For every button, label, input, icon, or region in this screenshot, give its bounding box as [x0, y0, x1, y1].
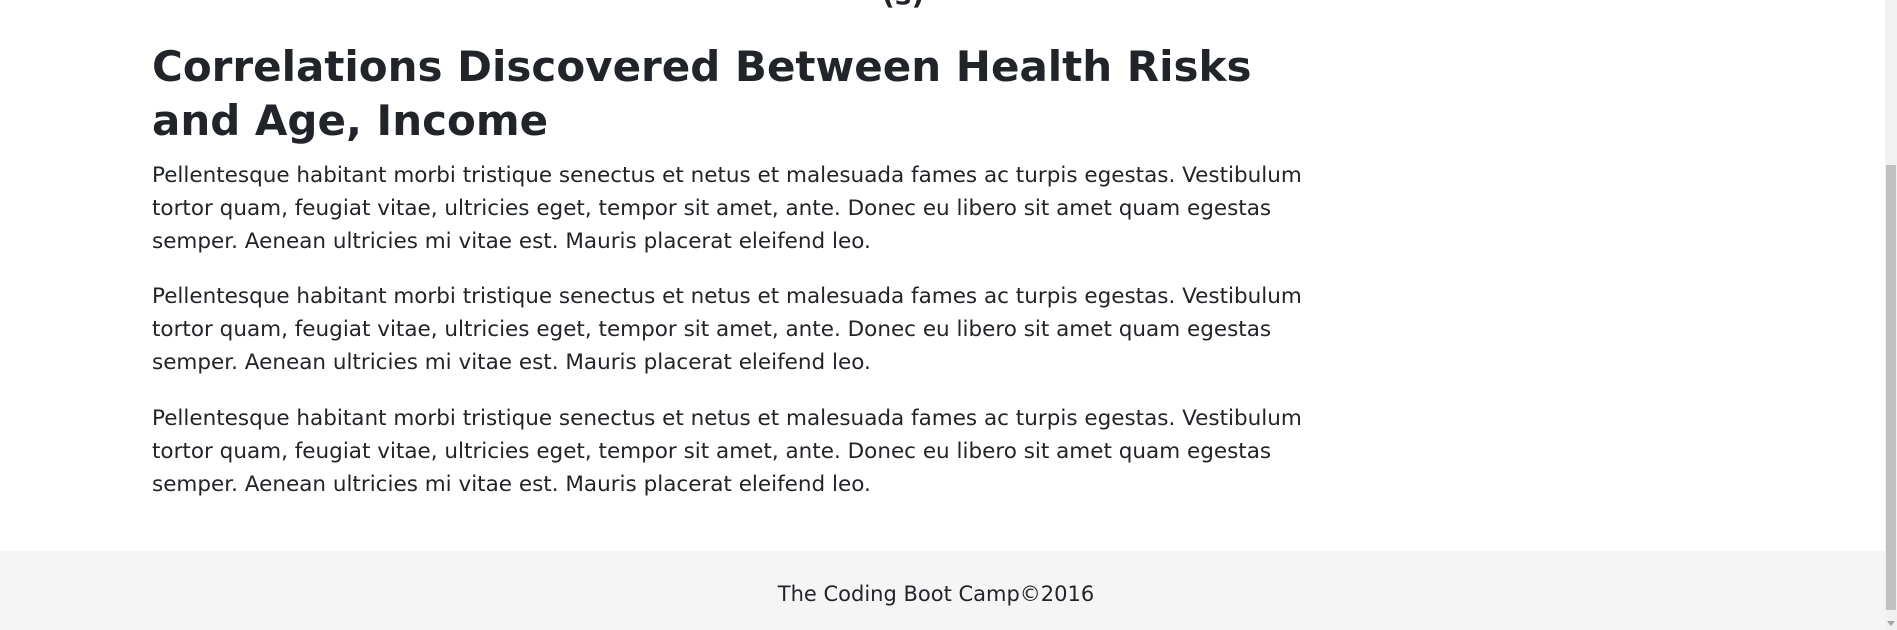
footer-copyright: The Coding Boot Camp©2016 [777, 582, 1095, 606]
footer: The Coding Boot Camp©2016 [0, 551, 1885, 630]
vertical-scrollbar[interactable] [1885, 0, 1897, 630]
paragraph-3: Pellentesque habitant morbi tristique se… [152, 406, 1302, 497]
page: (s) Correlations Discovered Between Heal… [0, 0, 1897, 630]
page-title: Correlations Discovered Between Health R… [152, 42, 1252, 145]
clipped-heading: (s) [882, 0, 924, 11]
scrollbar-thumb[interactable] [1886, 165, 1896, 610]
scroll-down-arrow-icon[interactable] [1887, 621, 1895, 626]
paragraph-1: Pellentesque habitant morbi tristique se… [152, 163, 1302, 254]
paragraph-2: Pellentesque habitant morbi tristique se… [152, 284, 1302, 375]
